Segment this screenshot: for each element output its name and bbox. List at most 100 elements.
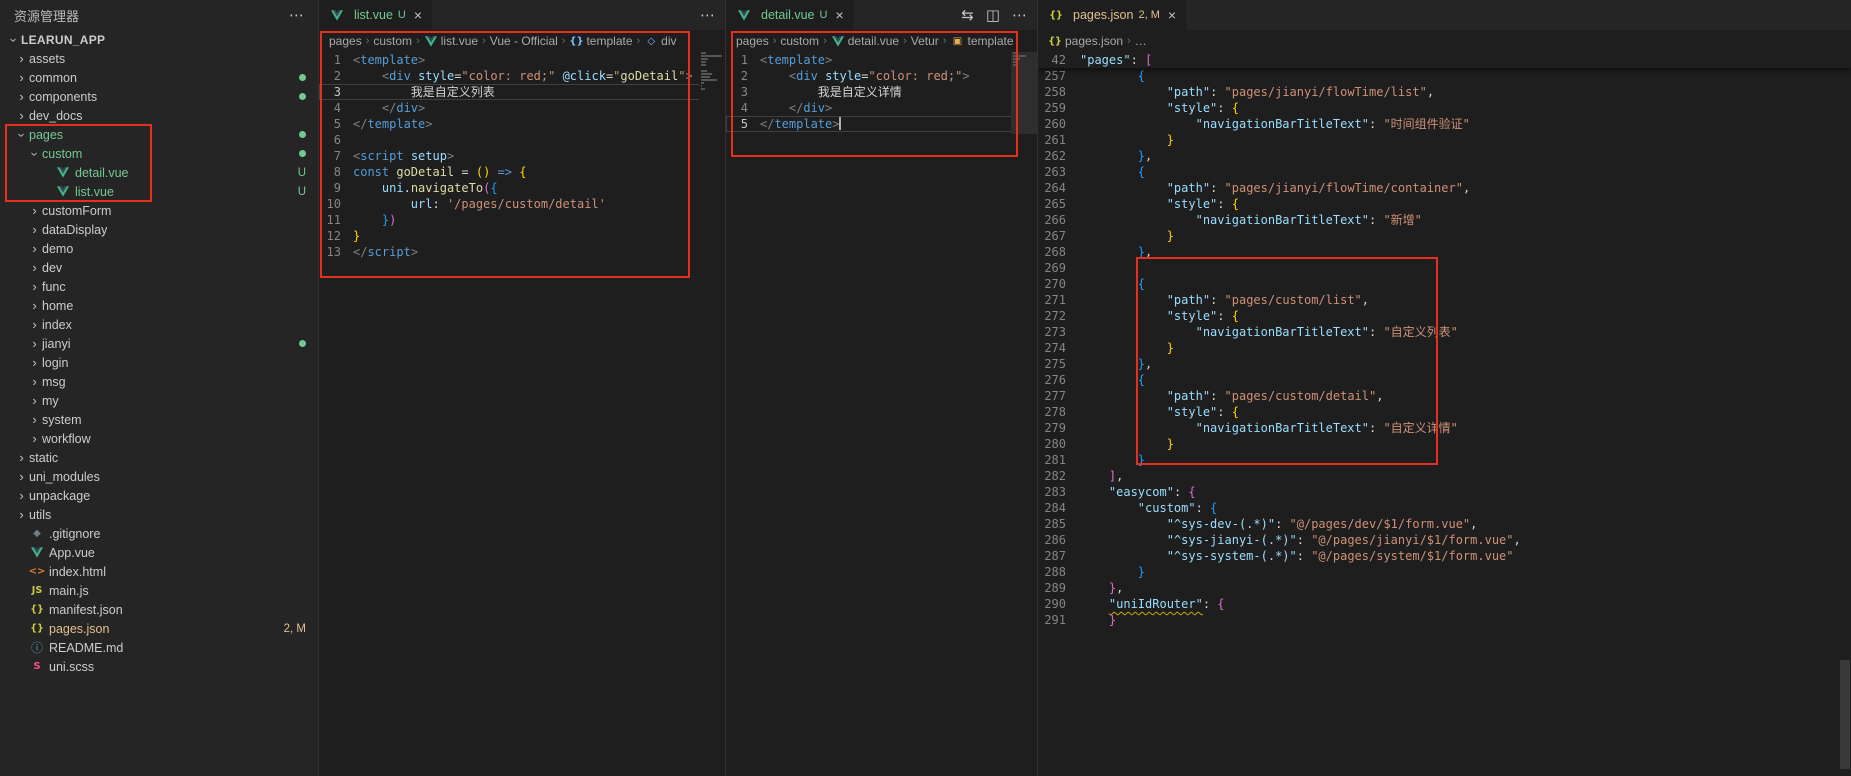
code-line[interactable]: 13</script> xyxy=(319,244,725,260)
tree-item-pages[interactable]: ›pages xyxy=(0,125,318,144)
minimap[interactable] xyxy=(699,52,725,776)
code-line[interactable]: 278 "style": { xyxy=(1038,404,1851,420)
tree-item-dataDisplay[interactable]: ›dataDisplay xyxy=(0,220,318,239)
code-line[interactable]: 5</template> xyxy=(319,116,725,132)
code-line[interactable]: 261 } xyxy=(1038,132,1851,148)
code-line[interactable]: 1<template> xyxy=(726,52,1037,68)
tree-item-workflow[interactable]: ›workflow xyxy=(0,429,318,448)
code-line[interactable]: 287 "^sys-system-(.*)": "@/pages/system/… xyxy=(1038,548,1851,564)
code-line[interactable]: 291 } xyxy=(1038,612,1851,628)
code-line[interactable]: 267 } xyxy=(1038,228,1851,244)
scrollbar-thumb[interactable] xyxy=(1840,660,1850,769)
code-line[interactable]: 10 url: '/pages/custom/detail' xyxy=(319,196,725,212)
code-line[interactable]: 268 }, xyxy=(1038,244,1851,260)
code-line[interactable]: 9 uni.navigateTo({ xyxy=(319,180,725,196)
tree-item-static[interactable]: ›static xyxy=(0,448,318,467)
code-line[interactable]: 272 "style": { xyxy=(1038,308,1851,324)
tree-item-login[interactable]: ›login xyxy=(0,353,318,372)
code-line[interactable]: 42"pages": [ xyxy=(1038,52,1851,68)
tree-item-func[interactable]: ›func xyxy=(0,277,318,296)
code-line[interactable]: 2 <div style="color: red;"> xyxy=(726,68,1037,84)
close-icon[interactable]: × xyxy=(414,8,422,22)
code-line[interactable]: 269 xyxy=(1038,260,1851,276)
tab-list-vue[interactable]: list.vue U × xyxy=(319,0,433,30)
tree-item-customForm[interactable]: ›customForm xyxy=(0,201,318,220)
code-line[interactable]: 277 "path": "pages/custom/detail", xyxy=(1038,388,1851,404)
tree-item-detail.vue[interactable]: ›detail.vueU xyxy=(0,163,318,182)
tree-item-dev_docs[interactable]: ›dev_docs xyxy=(0,106,318,125)
breadcrumb-item-Vue-Official[interactable]: Vue - Official xyxy=(490,34,558,48)
more-actions-icon[interactable]: ⋯ xyxy=(700,8,715,23)
code-line[interactable]: 2 <div style="color: red;" @click="goDet… xyxy=(319,68,725,84)
tree-item-components[interactable]: ›components xyxy=(0,87,318,106)
tree-item-demo[interactable]: ›demo xyxy=(0,239,318,258)
code-line[interactable]: 1<template> xyxy=(319,52,725,68)
tree-item-manifest.json[interactable]: ›{}manifest.json xyxy=(0,600,318,619)
code-line[interactable]: 259 "style": { xyxy=(1038,100,1851,116)
code-line[interactable]: 270 { xyxy=(1038,276,1851,292)
code-line[interactable]: 257 { xyxy=(1038,68,1851,84)
breadcrumb-item-pages.json[interactable]: {}pages.json xyxy=(1048,33,1123,49)
tab-detail-vue[interactable]: detail.vue U × xyxy=(726,0,855,30)
code-line[interactable]: 265 "style": { xyxy=(1038,196,1851,212)
code-line[interactable]: 263 { xyxy=(1038,164,1851,180)
tree-item-uni_modules[interactable]: ›uni_modules xyxy=(0,467,318,486)
code-line[interactable]: 258 "path": "pages/jianyi/flowTime/list"… xyxy=(1038,84,1851,100)
code-line[interactable]: 279 "navigationBarTitleText": "自定义详情" xyxy=(1038,420,1851,436)
code-line[interactable]: 8const goDetail = () => { xyxy=(319,164,725,180)
breadcrumb-item-template[interactable]: ▣template xyxy=(950,33,1013,49)
tree-item-jianyi[interactable]: ›jianyi xyxy=(0,334,318,353)
code-line[interactable]: 3 我是自定义列表 xyxy=(319,84,725,100)
tree-item-msg[interactable]: ›msg xyxy=(0,372,318,391)
breadcrumb-item-pages[interactable]: pages xyxy=(329,34,362,48)
code-line[interactable]: 284 "custom": { xyxy=(1038,500,1851,516)
code-line[interactable]: 271 "path": "pages/custom/list", xyxy=(1038,292,1851,308)
code-line[interactable]: 266 "navigationBarTitleText": "新增" xyxy=(1038,212,1851,228)
tree-root-learun-app[interactable]: › LEARUN_APP xyxy=(0,30,318,49)
code-line[interactable]: 289 }, xyxy=(1038,580,1851,596)
code-line[interactable]: 260 "navigationBarTitleText": "时间组件验证" xyxy=(1038,116,1851,132)
breadcrumb-item-div[interactable]: ◇div xyxy=(644,33,676,49)
tree-item-custom[interactable]: ›custom xyxy=(0,144,318,163)
close-icon[interactable]: × xyxy=(835,8,843,22)
code-line[interactable]: 6 xyxy=(319,132,725,148)
tree-item-utils[interactable]: ›utils xyxy=(0,505,318,524)
code-editor-list-vue[interactable]: 1<template>2 <div style="color: red;" @c… xyxy=(319,52,725,776)
split-editor-icon[interactable]: ◫ xyxy=(986,8,1000,23)
code-line[interactable]: 5</template> xyxy=(726,116,1037,132)
code-line[interactable]: 285 "^sys-dev-(.*)": "@/pages/dev/$1/for… xyxy=(1038,516,1851,532)
breadcrumb-item-custom[interactable]: custom xyxy=(373,34,412,48)
code-line[interactable]: 273 "navigationBarTitleText": "自定义列表" xyxy=(1038,324,1851,340)
code-editor-pages-json[interactable]: 42"pages": [ 257 {258 "path": "pages/jia… xyxy=(1038,52,1851,776)
code-line[interactable]: 4 </div> xyxy=(726,100,1037,116)
code-line[interactable]: 4 </div> xyxy=(319,100,725,116)
tab-pages-json[interactable]: {}pages.json 2, M × xyxy=(1038,0,1187,30)
code-editor-detail-vue[interactable]: 1<template>2 <div style="color: red;">3 … xyxy=(726,52,1037,776)
code-line[interactable]: 12} xyxy=(319,228,725,244)
open-changes-icon[interactable]: ⇆ xyxy=(961,8,974,23)
breadcrumb-item-Vetur[interactable]: Vetur xyxy=(911,34,939,48)
code-line[interactable]: 11 }) xyxy=(319,212,725,228)
tree-item-unpackage[interactable]: ›unpackage xyxy=(0,486,318,505)
tree-item-home[interactable]: ›home xyxy=(0,296,318,315)
code-line[interactable]: 262 }, xyxy=(1038,148,1851,164)
code-line[interactable]: 288 } xyxy=(1038,564,1851,580)
tree-item-.gitignore[interactable]: ›◆.gitignore xyxy=(0,524,318,543)
tree-item-App.vue[interactable]: ›App.vue xyxy=(0,543,318,562)
tree-item-assets[interactable]: ›assets xyxy=(0,49,318,68)
tree-item-list.vue[interactable]: ›list.vueU xyxy=(0,182,318,201)
tree-item-dev[interactable]: ›dev xyxy=(0,258,318,277)
minimap[interactable] xyxy=(1011,52,1037,776)
code-line[interactable]: 274 } xyxy=(1038,340,1851,356)
code-line[interactable]: 7<script setup> xyxy=(319,148,725,164)
tree-item-uni.scss[interactable]: ›Suni.scss xyxy=(0,657,318,676)
more-actions-icon[interactable]: ⋯ xyxy=(289,8,304,23)
tree-item-my[interactable]: ›my xyxy=(0,391,318,410)
code-line[interactable]: 276 { xyxy=(1038,372,1851,388)
code-line[interactable]: 286 "^sys-jianyi-(.*)": "@/pages/jianyi/… xyxy=(1038,532,1851,548)
close-icon[interactable]: × xyxy=(1168,8,1176,22)
tree-item-index[interactable]: ›index xyxy=(0,315,318,334)
tree-item-system[interactable]: ›system xyxy=(0,410,318,429)
code-line[interactable]: 280 } xyxy=(1038,436,1851,452)
breadcrumb-item-template[interactable]: {}template xyxy=(569,33,632,49)
